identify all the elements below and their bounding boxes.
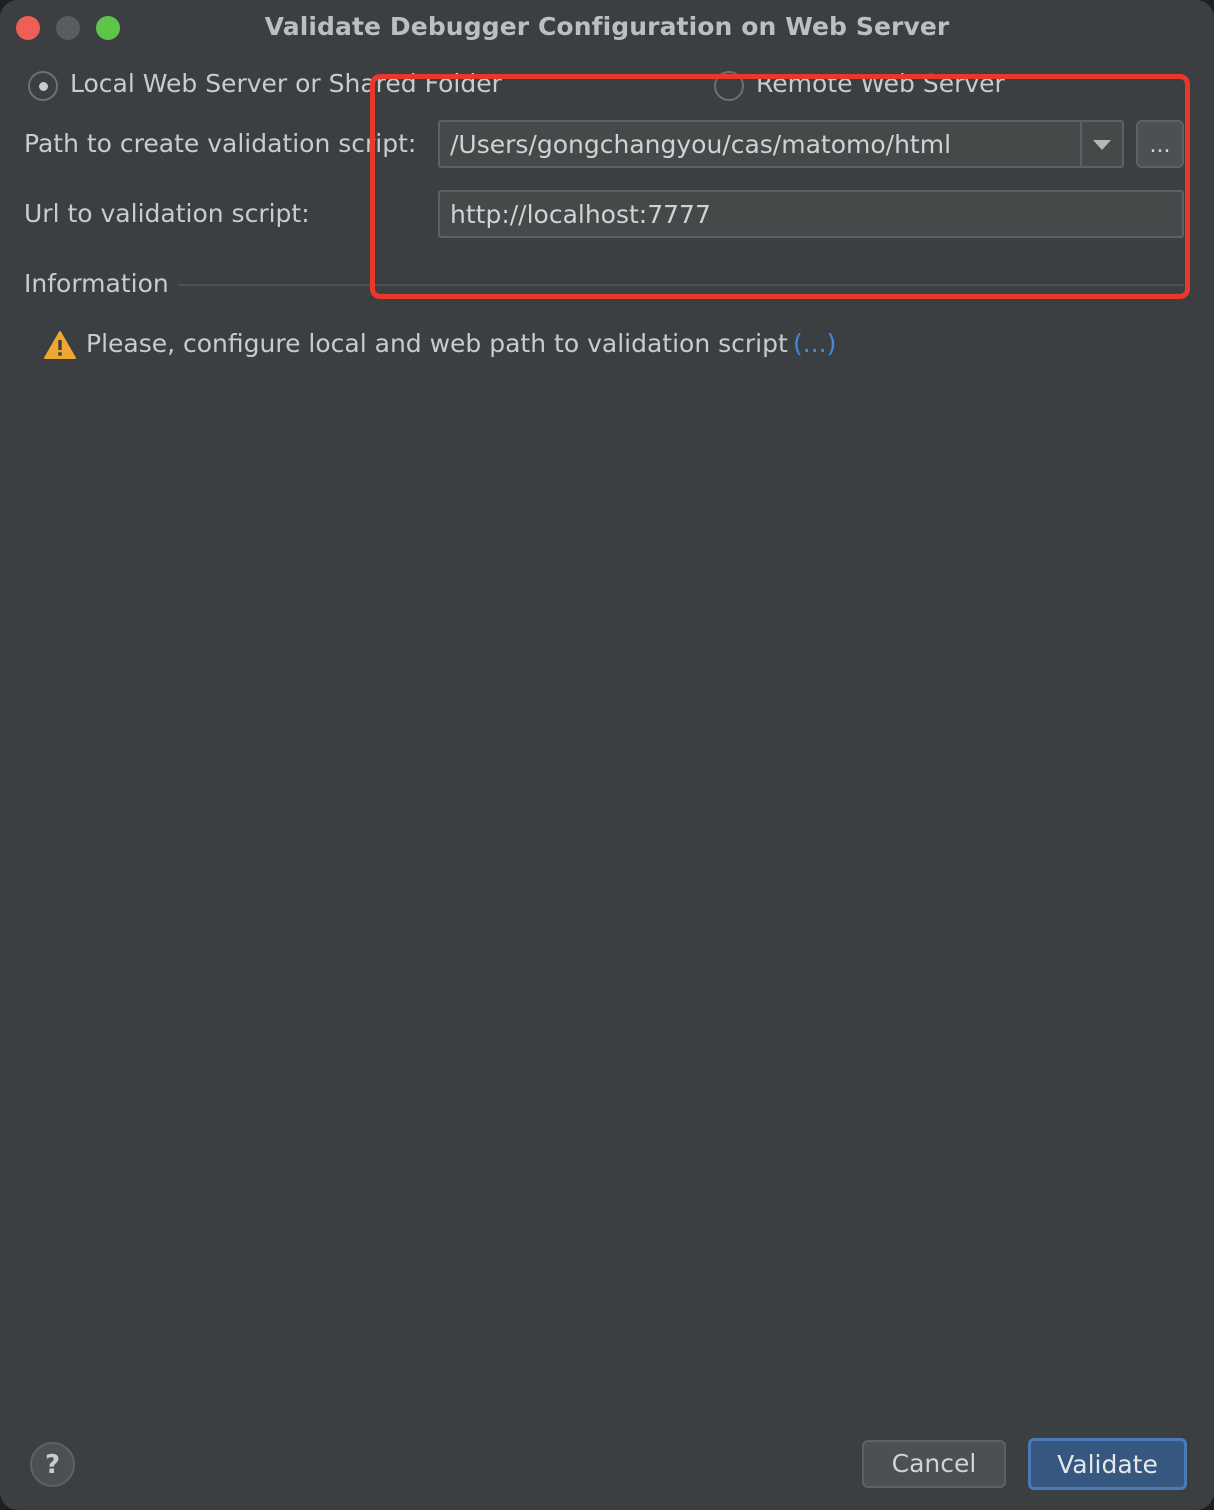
remote-server-radio[interactable]: [714, 71, 744, 101]
path-combobox[interactable]: /Users/gongchangyou/cas/matomo/html: [438, 120, 1124, 168]
local-server-label[interactable]: Local Web Server or Shared Folder: [70, 69, 502, 98]
help-button[interactable]: ?: [30, 1442, 75, 1487]
url-label: Url to validation script:: [24, 199, 310, 228]
chevron-down-icon[interactable]: [1093, 140, 1111, 150]
remote-server-label[interactable]: Remote Web Server: [756, 69, 1005, 98]
cancel-button[interactable]: Cancel: [862, 1440, 1006, 1488]
dialog-title: Validate Debugger Configuration on Web S…: [264, 12, 950, 41]
title-bar: Validate Debugger Configuration on Web S…: [0, 0, 1214, 54]
highlight-annotation: [370, 74, 1190, 299]
path-label: Path to create validation script:: [24, 129, 417, 158]
validate-button[interactable]: Validate: [1028, 1438, 1187, 1490]
combo-divider: [1080, 122, 1082, 166]
information-heading: Information: [24, 269, 169, 298]
browse-button[interactable]: ...: [1136, 120, 1184, 168]
information-message: Please, configure local and web path to …: [86, 329, 788, 358]
url-value[interactable]: http://localhost:7777: [450, 200, 711, 229]
url-input[interactable]: http://localhost:7777: [438, 190, 1184, 238]
path-value[interactable]: /Users/gongchangyou/cas/matomo/html: [450, 130, 951, 159]
dialog-window: Validate Debugger Configuration on Web S…: [0, 0, 1214, 1510]
local-server-radio[interactable]: [28, 71, 58, 101]
warning-icon: [44, 331, 76, 359]
information-divider: [178, 284, 1184, 286]
more-info-link[interactable]: (...): [793, 329, 836, 358]
